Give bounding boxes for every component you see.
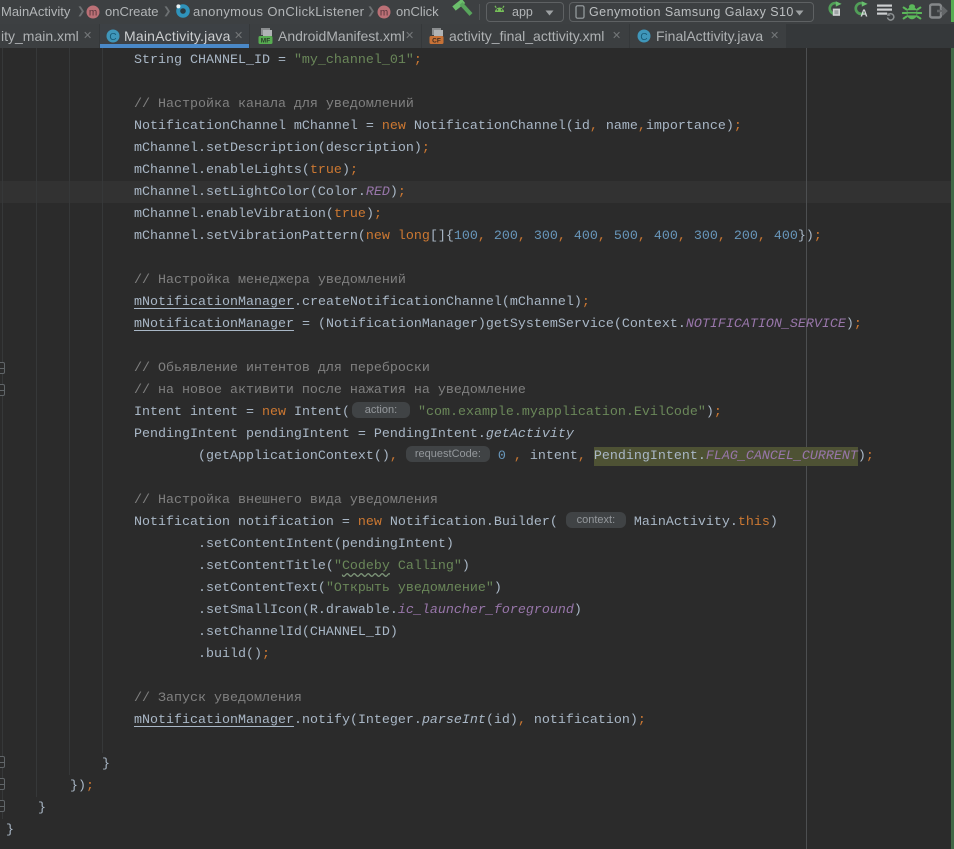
svg-text:m: m [89,8,97,19]
svg-text:C: C [640,32,647,43]
svg-text:A: A [860,9,867,19]
svg-text:C: C [109,32,116,43]
svg-text:m: m [380,8,388,19]
svg-text:CF: CF [432,38,441,45]
svg-text:MF: MF [261,38,270,45]
